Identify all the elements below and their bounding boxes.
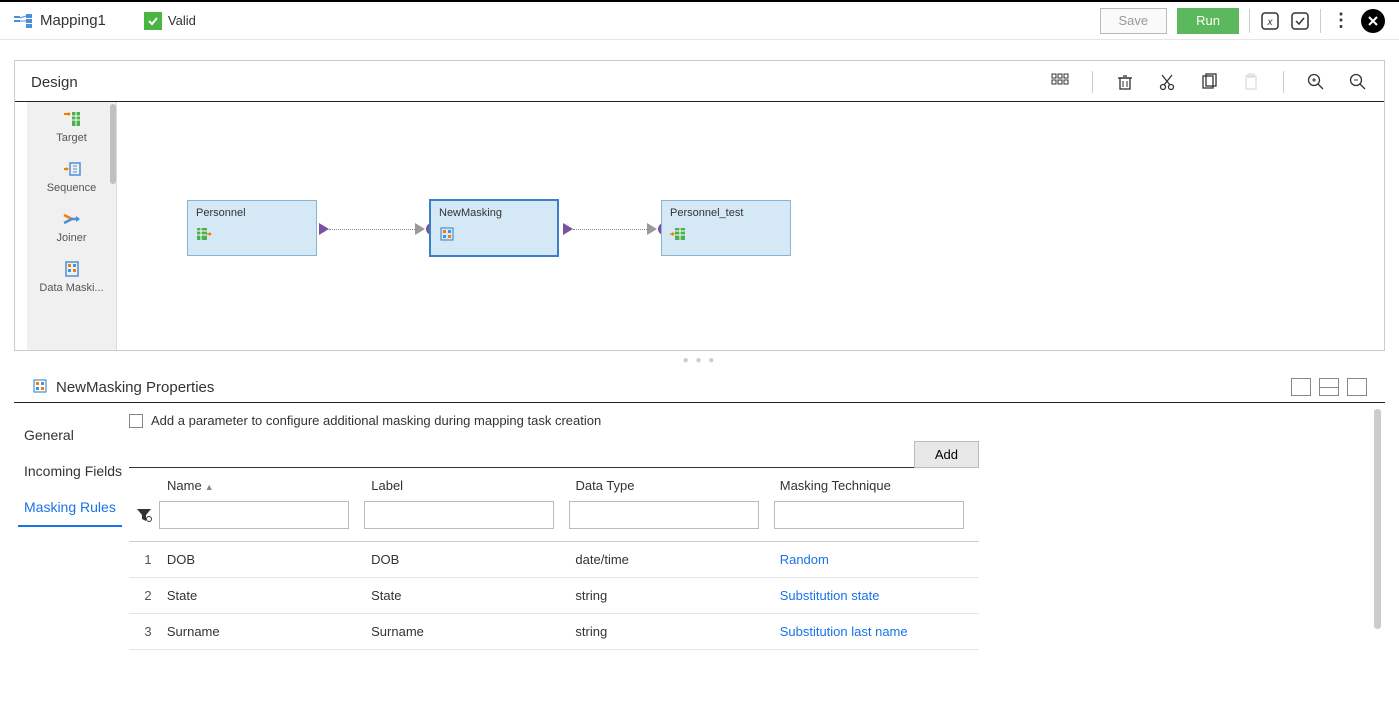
cell-datatype: date/time <box>575 552 779 567</box>
mapping-icon <box>14 14 32 28</box>
resize-handle[interactable]: ● ● ● <box>14 351 1385 370</box>
close-icon[interactable] <box>1361 9 1385 33</box>
row-number: 2 <box>129 588 167 603</box>
cell-name: Surname <box>167 624 371 639</box>
check-icon <box>144 12 162 30</box>
scrollbar[interactable] <box>1374 409 1381 629</box>
connector-arrow <box>319 223 329 235</box>
node-label: Personnel_test <box>670 207 782 219</box>
filter-technique-input[interactable] <box>774 501 964 529</box>
svg-text:x: x <box>1267 17 1274 28</box>
design-title: Design <box>31 74 78 91</box>
node-target[interactable]: Personnel_test <box>661 200 791 256</box>
column-header-technique[interactable]: Masking Technique <box>780 478 979 493</box>
cell-name: State <box>167 588 371 603</box>
layout-min-icon[interactable] <box>1347 378 1367 396</box>
masking-icon <box>439 227 455 241</box>
filter-name-input[interactable] <box>159 501 349 529</box>
arrange-icon[interactable] <box>1050 72 1070 92</box>
design-panel: Design <box>14 60 1385 351</box>
tab-incoming-fields[interactable]: Incoming Fields <box>18 453 129 489</box>
copy-icon[interactable] <box>1199 72 1219 92</box>
add-button[interactable]: Add <box>914 441 979 468</box>
palette-item-joiner[interactable]: Joiner <box>27 202 116 252</box>
more-menu-icon[interactable]: ⋮ <box>1331 11 1351 31</box>
filter-icon[interactable] <box>129 508 159 522</box>
run-button[interactable]: Run <box>1177 8 1239 34</box>
row-number: 1 <box>129 552 167 567</box>
parameter-checkbox[interactable] <box>129 414 143 428</box>
row-number: 3 <box>129 624 167 639</box>
parameter-label: Add a parameter to configure additional … <box>151 413 601 428</box>
palette-item-sequence[interactable]: Sequence <box>27 152 116 202</box>
target-icon <box>670 227 686 241</box>
palette-label: Data Maski... <box>39 282 103 294</box>
cell-label: Surname <box>371 624 575 639</box>
cell-datatype: string <box>575 624 779 639</box>
masking-icon <box>32 379 48 396</box>
connector-line <box>329 229 417 230</box>
node-masking[interactable]: NewMasking <box>429 199 559 257</box>
column-header-label[interactable]: Label <box>371 478 575 493</box>
cell-label: State <box>371 588 575 603</box>
cell-name: DOB <box>167 552 371 567</box>
column-header-datatype[interactable]: Data Type <box>576 478 780 493</box>
filter-datatype-input[interactable] <box>569 501 759 529</box>
connector-arrow-outline <box>415 223 425 235</box>
masking-rules-table: Add Name▲ Label Data Type Masking Techni… <box>129 440 979 650</box>
scrollbar[interactable] <box>110 104 116 184</box>
paste-icon[interactable] <box>1241 72 1261 92</box>
palette-label: Target <box>56 132 87 144</box>
properties-panel: NewMasking Properties General Incoming F… <box>14 370 1385 693</box>
sort-asc-icon: ▲ <box>205 482 214 492</box>
valid-badge: Valid <box>144 12 196 30</box>
palette-label: Sequence <box>47 182 97 194</box>
zoom-in-icon[interactable] <box>1306 72 1326 92</box>
properties-tabs: General Incoming Fields Masking Rules <box>14 403 129 693</box>
connector-arrow <box>563 223 573 235</box>
divider <box>1092 71 1093 93</box>
tab-masking-rules[interactable]: Masking Rules <box>18 489 122 527</box>
connector-arrow-outline <box>647 223 657 235</box>
table-row[interactable]: 2 State State string Substitution state <box>129 578 979 614</box>
cell-technique[interactable]: Substitution last name <box>780 624 979 639</box>
palette-item-data-masking[interactable]: Data Maski... <box>27 252 116 302</box>
cell-technique[interactable]: Substitution state <box>780 588 979 603</box>
cut-icon[interactable] <box>1157 72 1177 92</box>
palette-item-target[interactable]: Target <box>27 102 116 152</box>
delete-icon[interactable] <box>1115 72 1135 92</box>
transformation-palette: Target Sequence Joiner Data Maski... <box>27 102 117 350</box>
zoom-out-icon[interactable] <box>1348 72 1368 92</box>
cell-technique[interactable]: Random <box>780 552 979 567</box>
node-label: Personnel <box>196 207 308 219</box>
node-source[interactable]: Personnel <box>187 200 317 256</box>
page-title: Mapping1 <box>40 12 106 29</box>
cell-label: DOB <box>371 552 575 567</box>
divider <box>1283 71 1284 93</box>
cell-datatype: string <box>575 588 779 603</box>
node-label: NewMasking <box>439 207 549 219</box>
filter-label-input[interactable] <box>364 501 554 529</box>
design-canvas[interactable]: Personnel NewMasking <box>117 102 1384 350</box>
validate-icon[interactable] <box>1290 11 1310 31</box>
layout-full-icon[interactable] <box>1291 378 1311 396</box>
save-button[interactable]: Save <box>1100 8 1168 34</box>
divider <box>1320 9 1321 33</box>
source-icon <box>196 227 212 241</box>
layout-split-icon[interactable] <box>1319 378 1339 396</box>
divider <box>1249 9 1250 33</box>
connector-line <box>573 229 649 230</box>
status-label: Valid <box>168 13 196 28</box>
tab-general[interactable]: General <box>18 417 129 453</box>
column-header-name[interactable]: Name▲ <box>167 478 371 493</box>
variable-icon[interactable]: x <box>1260 11 1280 31</box>
properties-title: NewMasking Properties <box>56 379 214 396</box>
palette-label: Joiner <box>57 232 87 244</box>
table-row[interactable]: 1 DOB DOB date/time Random <box>129 542 979 578</box>
table-row[interactable]: 3 Surname Surname string Substitution la… <box>129 614 979 650</box>
